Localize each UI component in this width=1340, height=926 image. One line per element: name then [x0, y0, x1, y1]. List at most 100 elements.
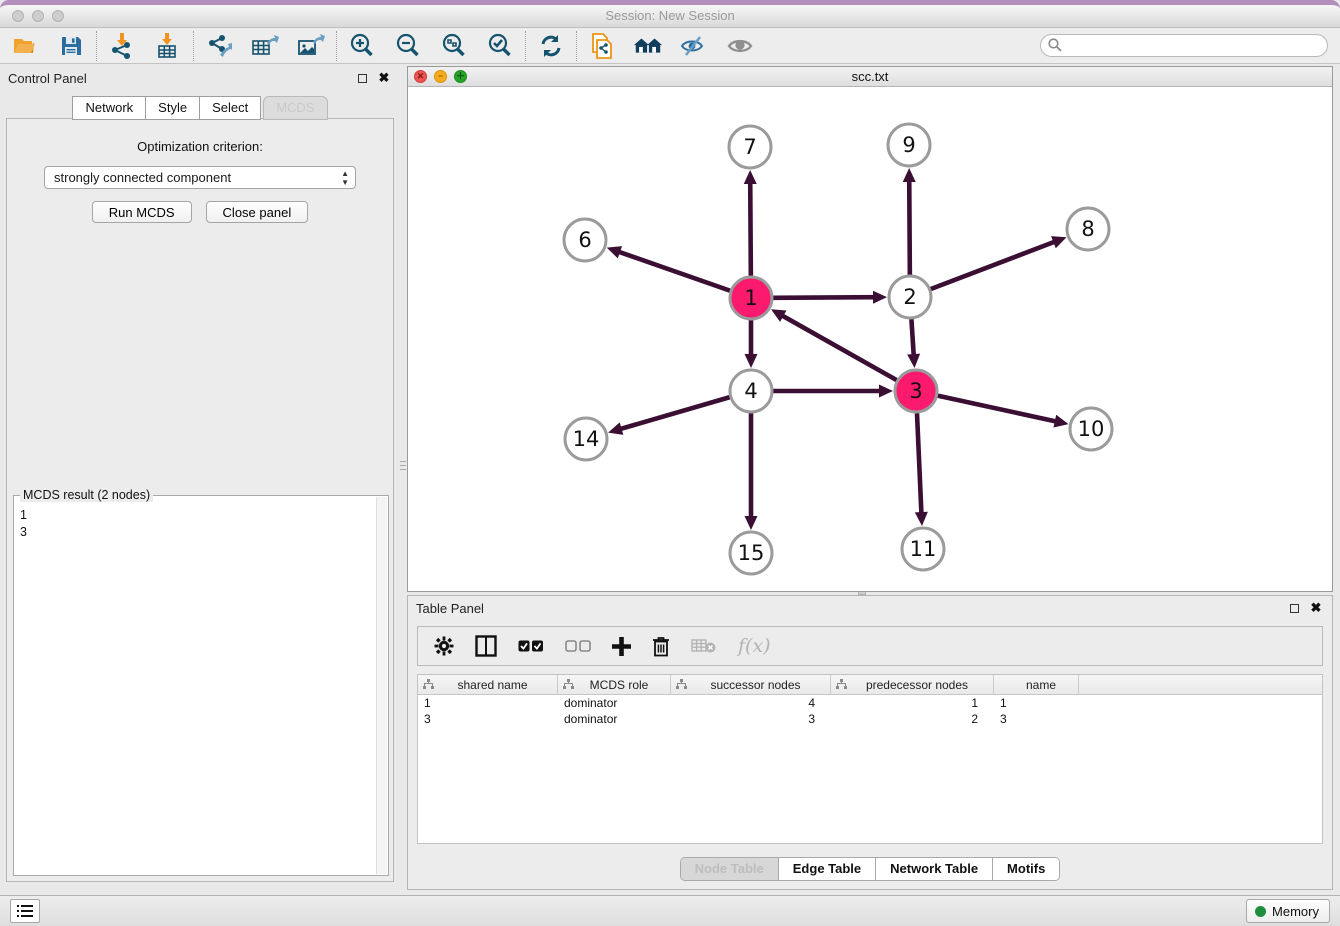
show-all-icon[interactable]: [633, 32, 663, 60]
zoom-out-icon[interactable]: [393, 32, 423, 60]
float-panel-icon[interactable]: [354, 70, 370, 86]
import-network-icon[interactable]: [107, 32, 137, 60]
table-toolbar: f(x): [417, 626, 1323, 666]
graph-node-4[interactable]: 4: [730, 370, 772, 412]
pane-divider-handle[interactable]: [400, 452, 406, 478]
search-input[interactable]: [1040, 34, 1328, 57]
edge-3-11[interactable]: [917, 413, 921, 514]
network-graph: 7 9 6 8 1 2 4 3 14 10 15 11: [408, 87, 1332, 591]
delete-table-icon[interactable]: [691, 638, 717, 654]
tab-node-table[interactable]: Node Table: [681, 858, 779, 880]
edge-4-14[interactable]: [620, 397, 730, 429]
tab-network-table[interactable]: Network Table: [876, 858, 993, 880]
search-icon: [1048, 38, 1062, 52]
edge-3-10[interactable]: [937, 396, 1056, 422]
graph-node-15[interactable]: 15: [730, 532, 772, 574]
column-header-name[interactable]: name: [994, 675, 1079, 694]
export-table-icon[interactable]: [250, 32, 280, 60]
svg-text:2: 2: [903, 285, 916, 309]
statusbar: Memory: [0, 895, 1340, 926]
close-panel-button[interactable]: Close panel: [206, 201, 309, 223]
control-tabs: NetworkStyleSelectMCDS: [0, 96, 400, 120]
graph-node-8[interactable]: 8: [1067, 208, 1109, 250]
add-icon[interactable]: [612, 637, 631, 656]
tab-mcds[interactable]: MCDS: [263, 96, 327, 120]
gear-icon[interactable]: [434, 636, 454, 656]
column-header-predecessor-nodes[interactable]: predecessor nodes: [831, 675, 994, 694]
network-close-icon[interactable]: ✕: [414, 70, 427, 83]
zoom-selected-icon[interactable]: [485, 32, 515, 60]
edge-3-1[interactable]: [781, 315, 896, 380]
function-builder-icon[interactable]: f(x): [738, 635, 771, 657]
result-scrollbar[interactable]: [376, 497, 387, 874]
mcds-result-list[interactable]: 1 3: [14, 505, 376, 873]
graph-node-10[interactable]: 10: [1070, 408, 1112, 450]
memory-button[interactable]: Memory: [1246, 899, 1330, 923]
graph-node-2[interactable]: 2: [889, 276, 931, 318]
edge-2-8[interactable]: [931, 241, 1056, 289]
edge-1-7[interactable]: [750, 182, 751, 276]
mcds-result-box: MCDS result (2 nodes) 1 3: [13, 495, 389, 876]
column-header-MCDS-role[interactable]: MCDS role: [558, 675, 671, 694]
graph-node-7[interactable]: 7: [729, 126, 771, 168]
table-row[interactable]: 3dominator323: [418, 711, 1322, 727]
mcds-tab-content: Optimization criterion: strongly connect…: [6, 118, 394, 882]
column-header-successor-nodes[interactable]: successor nodes: [671, 675, 831, 694]
select-arrows-icon: ▲▼: [341, 169, 349, 187]
edge-2-3[interactable]: [911, 319, 913, 356]
run-mcds-button[interactable]: Run MCDS: [92, 201, 192, 223]
svg-text:8: 8: [1081, 217, 1094, 241]
graph-node-14[interactable]: 14: [565, 418, 607, 460]
graph-node-11[interactable]: 11: [902, 528, 944, 570]
edge-2-9[interactable]: [909, 180, 910, 275]
table-header-row: shared nameMCDS rolesuccessor nodesprede…: [418, 675, 1322, 695]
network-canvas[interactable]: 7 9 6 8 1 2 4 3 14 10 15 11: [408, 87, 1332, 591]
sort-icon: [423, 679, 434, 693]
graph-node-1[interactable]: 1: [730, 277, 772, 319]
show-hidden-icon[interactable]: [725, 32, 755, 60]
save-session-icon[interactable]: [56, 32, 86, 60]
tab-edge-table[interactable]: Edge Table: [779, 858, 876, 880]
edge-1-2[interactable]: [773, 297, 875, 298]
arrowhead-icon: [879, 385, 893, 398]
network-window-titlebar: ✕ − ＋ scc.txt: [408, 67, 1332, 87]
arrowhead-icon: [608, 422, 623, 434]
graph-node-6[interactable]: 6: [564, 219, 606, 261]
criterion-selected-value: strongly connected component: [54, 170, 231, 185]
columns-icon[interactable]: [475, 635, 497, 657]
sort-icon: [563, 679, 574, 693]
search-field: [1040, 34, 1328, 57]
network-maximize-icon[interactable]: ＋: [454, 70, 467, 83]
column-header-shared-name[interactable]: shared name: [418, 675, 558, 694]
svg-text:6: 6: [578, 228, 591, 252]
zoom-in-icon[interactable]: [347, 32, 377, 60]
network-minimize-icon[interactable]: −: [434, 70, 447, 83]
graph-node-9[interactable]: 9: [888, 124, 930, 166]
memory-status-icon: [1255, 906, 1266, 917]
trash-icon[interactable]: [652, 636, 670, 657]
criterion-select[interactable]: strongly connected component ▲▼: [44, 166, 356, 189]
table-row[interactable]: 1dominator411: [418, 695, 1322, 711]
close-table-panel-icon[interactable]: ✖: [1308, 600, 1324, 616]
hide-selected-icon[interactable]: [679, 32, 709, 60]
select-all-icon[interactable]: [518, 640, 544, 653]
tab-network[interactable]: Network: [72, 96, 146, 120]
export-image-icon[interactable]: [296, 32, 326, 60]
export-network-icon[interactable]: [204, 32, 234, 60]
import-table-icon[interactable]: [153, 32, 183, 60]
clone-network-icon[interactable]: [587, 32, 617, 60]
close-panel-icon[interactable]: ✖: [376, 70, 392, 86]
open-session-icon[interactable]: [10, 32, 40, 60]
svg-text:3: 3: [909, 379, 922, 403]
edge-1-6[interactable]: [618, 252, 730, 291]
refresh-icon[interactable]: [536, 32, 566, 60]
tab-select[interactable]: Select: [200, 96, 261, 120]
tab-style[interactable]: Style: [146, 96, 200, 120]
deselect-all-icon[interactable]: [565, 640, 591, 653]
zoom-fit-icon[interactable]: [439, 32, 469, 60]
task-history-button[interactable]: [10, 899, 40, 923]
graph-node-3[interactable]: 3: [895, 370, 937, 412]
float-table-panel-icon[interactable]: [1286, 600, 1302, 616]
node-table[interactable]: shared nameMCDS rolesuccessor nodesprede…: [417, 674, 1323, 844]
tab-motifs[interactable]: Motifs: [993, 858, 1059, 880]
